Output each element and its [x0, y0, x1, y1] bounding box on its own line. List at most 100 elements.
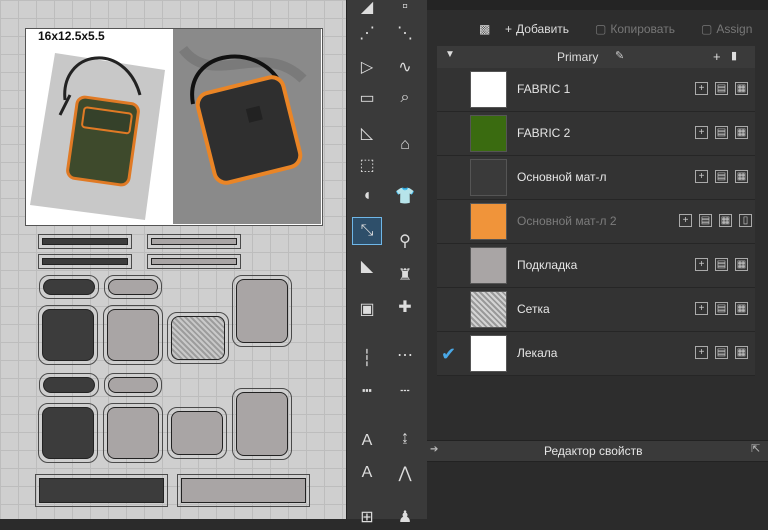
add-icon[interactable]: +: [695, 82, 708, 95]
pattern-2d-window[interactable]: 16x12.5x5.5: [0, 0, 346, 519]
avatar-tool-icon[interactable]: ♟: [391, 504, 419, 530]
topstitch-tool-icon[interactable]: ┆: [353, 345, 381, 371]
material-swatch[interactable]: [470, 247, 507, 284]
pattern-piece-front-1[interactable]: [38, 305, 98, 365]
material-row[interactable]: Сетка + ▤ ▦: [437, 288, 755, 332]
material-swatch[interactable]: [470, 115, 507, 152]
delete-icon[interactable]: ▯: [739, 214, 752, 227]
add-material-plus-icon[interactable]: +: [713, 49, 721, 64]
paste-icon[interactable]: ▦: [735, 126, 748, 139]
pattern-piece-flap-4[interactable]: [104, 373, 162, 397]
seam-tool-icon[interactable]: ┄: [391, 378, 419, 404]
material-name: Подкладка: [517, 258, 578, 272]
edit-curve-point-tool-icon[interactable]: ⋰: [353, 20, 381, 46]
material-name: Основной мат-л 2: [517, 214, 617, 228]
assign-button[interactable]: ▢ Assign: [701, 19, 752, 39]
pattern-piece-strap-3[interactable]: [38, 254, 132, 269]
undock-icon[interactable]: ⇱: [751, 442, 760, 455]
copy-button[interactable]: ▢ Копировать: [595, 19, 675, 39]
add-point-tool-icon[interactable]: ⋱: [391, 20, 419, 46]
add-icon[interactable]: +: [695, 126, 708, 139]
check-tool-icon[interactable]: ✚: [391, 294, 419, 320]
copy-icon[interactable]: ▤: [715, 346, 728, 359]
pattern-piece-strap-4[interactable]: [147, 254, 241, 269]
pattern-piece-pocket-2[interactable]: [232, 388, 292, 460]
pattern-piece-strap-1[interactable]: [38, 234, 132, 249]
ruler-tool-icon[interactable]: ┅: [353, 378, 381, 404]
material-row[interactable]: ✔ Лекала + ▤ ▦: [437, 332, 755, 376]
add-button[interactable]: + Добавить: [505, 19, 569, 39]
notch-tool-icon[interactable]: ◣: [353, 253, 381, 279]
iron-tool-icon[interactable]: ⌂: [391, 132, 419, 158]
measure-tool-icon[interactable]: ↨: [391, 425, 419, 451]
arrangement-tool-icon[interactable]: ♜: [391, 262, 419, 288]
add-icon[interactable]: +: [695, 258, 708, 271]
material-row[interactable]: Основной мат-л + ▤ ▦: [437, 156, 755, 200]
material-swatch[interactable]: [470, 335, 507, 372]
copy-icon[interactable]: ▤: [715, 126, 728, 139]
stitch-line-tool-icon[interactable]: ⋯: [391, 342, 419, 368]
fabric-tool-icon[interactable]: ▣: [353, 296, 381, 322]
paste-icon[interactable]: ▦: [735, 82, 748, 95]
pattern-piece-flap-3[interactable]: [39, 373, 99, 397]
copy-icon[interactable]: ▤: [699, 214, 712, 227]
add-icon[interactable]: +: [695, 346, 708, 359]
reference-photo-bag-angled: [30, 53, 165, 220]
trace-tool-icon[interactable]: ⌕: [391, 85, 419, 111]
paste-icon[interactable]: ▦: [735, 258, 748, 271]
dart-tool-icon[interactable]: ◖: [353, 183, 381, 209]
paste-icon[interactable]: ▦: [735, 170, 748, 183]
segment-sewing-tool-icon[interactable]: ⤡: [352, 217, 382, 245]
pattern-piece-back-1[interactable]: [38, 403, 98, 463]
copy-icon[interactable]: ▤: [715, 258, 728, 271]
pattern-piece-strap-2[interactable]: [147, 234, 241, 249]
checkmark-icon: ✔: [441, 344, 457, 364]
annotation-tool-icon[interactable]: A: [353, 460, 381, 486]
folder-icon[interactable]: ▮: [731, 49, 737, 62]
material-name: FABRIC 1: [517, 82, 571, 96]
transform-pattern-tool-icon[interactable]: ◢: [353, 0, 381, 20]
add-icon[interactable]: +: [695, 170, 708, 183]
zigzag-tool-icon[interactable]: ⋀: [391, 460, 419, 486]
pattern-piece-flap-2[interactable]: [104, 275, 162, 299]
material-row[interactable]: FABRIC 1 + ▤ ▦: [437, 68, 755, 112]
internal-rectangle-tool-icon[interactable]: ⬚: [353, 152, 381, 178]
pattern-piece-pocket-1[interactable]: [232, 275, 292, 347]
material-row[interactable]: Подкладка + ▤ ▦: [437, 244, 755, 288]
new-folder-icon[interactable]: ▩: [479, 19, 490, 39]
paste-icon[interactable]: ▦: [735, 302, 748, 315]
pattern-piece-back-2[interactable]: [103, 403, 163, 463]
paste-icon[interactable]: ▦: [719, 214, 732, 227]
pattern-piece-front-2[interactable]: [103, 305, 163, 365]
copy-icon[interactable]: ▤: [715, 170, 728, 183]
panel-arrow-icon[interactable]: ➔: [430, 444, 438, 455]
pattern-piece-mesh[interactable]: [167, 312, 229, 364]
pattern-piece-gusset-1[interactable]: [35, 474, 168, 507]
pattern-piece-flap-1[interactable]: [39, 275, 99, 299]
rectangle-tool-icon[interactable]: ▭: [353, 85, 381, 111]
internal-polygon-tool-icon[interactable]: ◺: [353, 120, 381, 146]
pattern-piece-back-3[interactable]: [167, 407, 227, 459]
collapse-arrow-icon[interactable]: ▼: [445, 49, 455, 60]
curve-tool-icon[interactable]: ∿: [391, 54, 419, 80]
material-group-header[interactable]: ▼ Primary ✎ + ▮: [437, 46, 755, 69]
fold-tool-icon[interactable]: ⚲: [391, 228, 419, 254]
rename-pencil-icon[interactable]: ✎: [615, 49, 624, 62]
polygon-tool-icon[interactable]: ▷: [353, 54, 381, 80]
material-row[interactable]: Основной мат-л 2 + ▤ ▦ ▯: [437, 200, 755, 244]
pattern-piece-gusset-2[interactable]: [177, 474, 310, 507]
copy-icon[interactable]: ▤: [715, 302, 728, 315]
garment-tool-icon[interactable]: 👕: [391, 183, 419, 209]
paste-icon[interactable]: ▦: [735, 346, 748, 359]
material-row[interactable]: FABRIC 2 + ▤ ▦: [437, 112, 755, 156]
material-swatch[interactable]: [470, 291, 507, 328]
edit-pattern-tool-icon[interactable]: ▫: [391, 0, 419, 20]
text-tool-icon[interactable]: A: [353, 428, 381, 454]
grading-tool-icon[interactable]: ⊞: [353, 504, 381, 530]
material-swatch[interactable]: [470, 71, 507, 108]
material-swatch[interactable]: [470, 159, 507, 196]
add-icon[interactable]: +: [695, 302, 708, 315]
add-icon[interactable]: +: [679, 214, 692, 227]
copy-icon[interactable]: ▤: [715, 82, 728, 95]
material-swatch[interactable]: [470, 203, 507, 240]
